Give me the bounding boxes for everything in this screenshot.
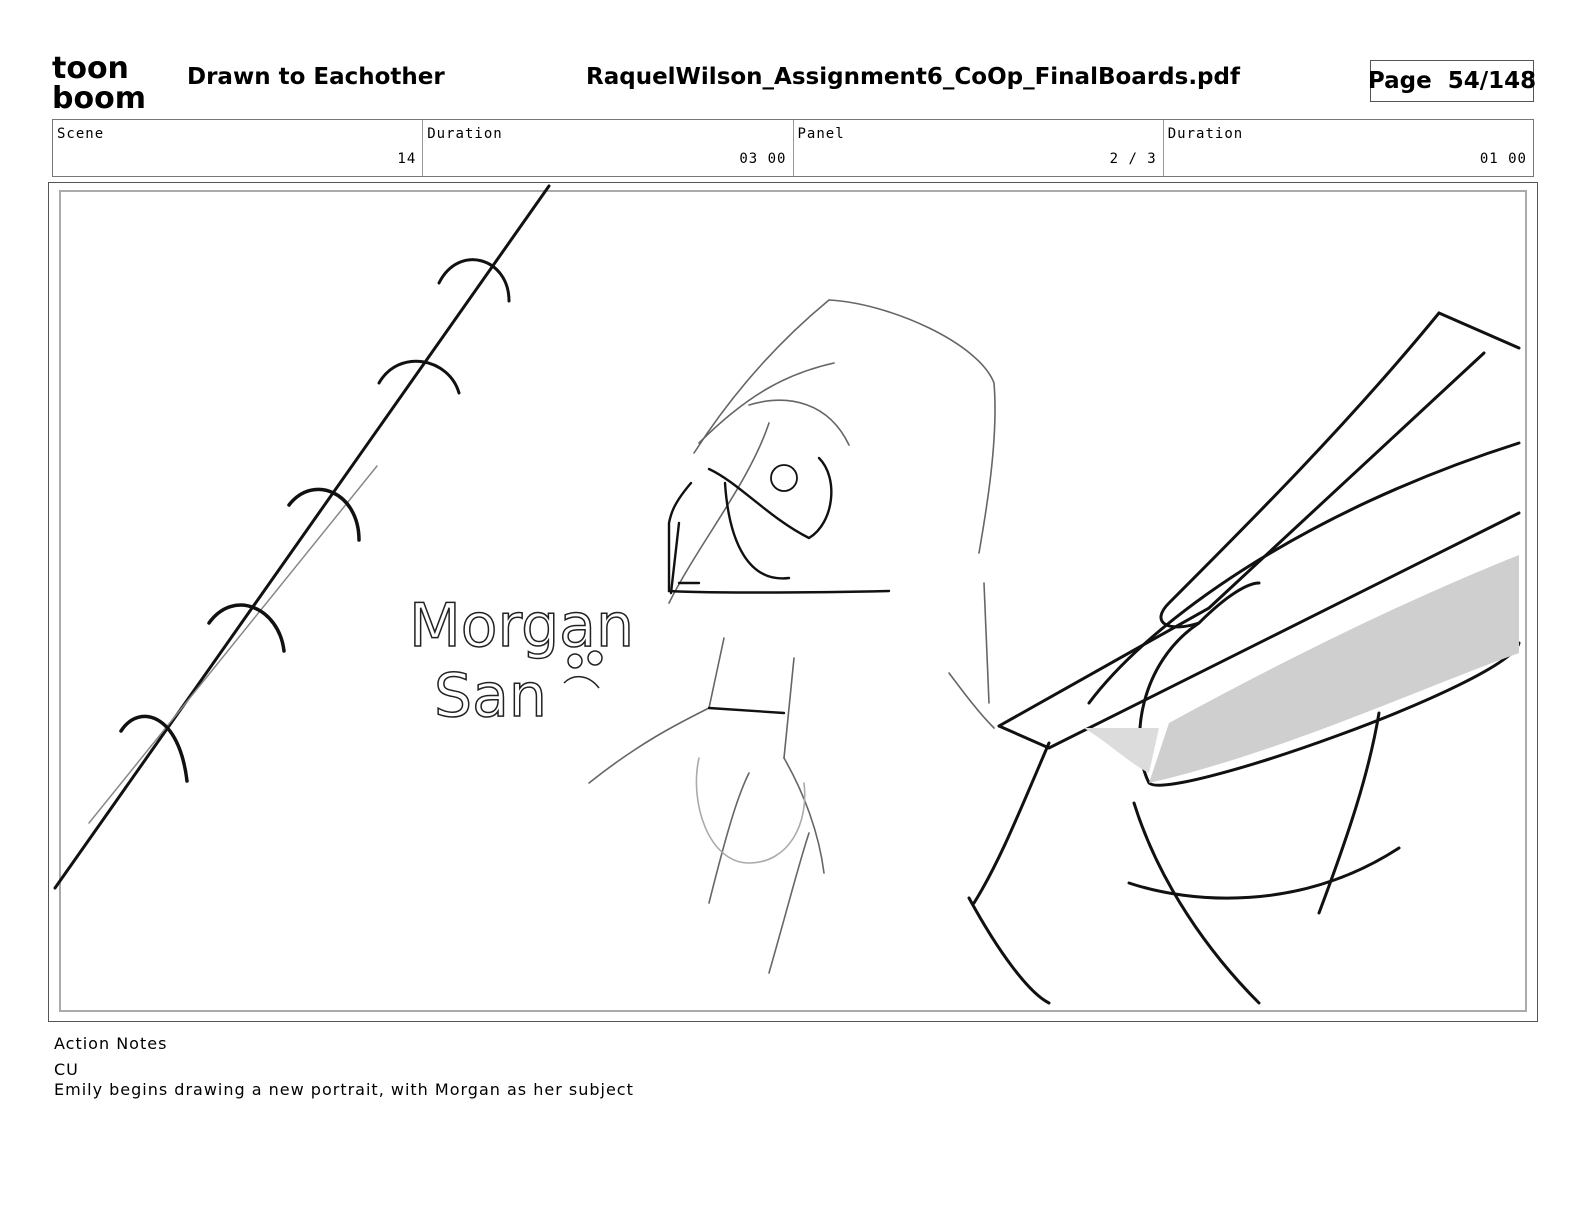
panel-label: Panel xyxy=(797,126,845,142)
panel-duration-cell: Duration 01 00 xyxy=(1164,120,1533,176)
scene-duration-value: 03 00 xyxy=(739,151,787,167)
panel-duration-label: Duration xyxy=(1167,126,1244,142)
sketch-drawing: Morgan San xyxy=(53,184,1527,1012)
sketch-text-morgan: Morgan xyxy=(409,591,634,661)
logo-bottom-text: boom xyxy=(52,81,146,112)
file-name: RaquelWilson_Assignment6_CoOp_FinalBoard… xyxy=(586,64,1240,90)
panel-value: 2 / 3 xyxy=(1109,151,1157,167)
action-notes-shot: CU xyxy=(54,1060,79,1079)
panel-duration-value: 01 00 xyxy=(1479,151,1527,167)
action-notes-label: Action Notes xyxy=(54,1034,168,1053)
scene-duration-label: Duration xyxy=(427,126,503,142)
sketch-text-san: San xyxy=(434,661,547,731)
panel-cell: Panel 2 / 3 xyxy=(794,120,1164,176)
toonboom-logo: toon boom xyxy=(52,51,162,116)
action-notes-description: Emily begins drawing a new portrait, wit… xyxy=(54,1080,634,1099)
scene-label: Scene xyxy=(57,126,105,142)
page-label: Page xyxy=(1367,68,1432,94)
project-title: Drawn to Eachother xyxy=(187,64,445,90)
morgan-profile-sketch xyxy=(588,299,996,974)
morgan-profile-lines xyxy=(667,456,891,715)
page-indicator: Page 54/148 xyxy=(1367,60,1537,102)
sketchbook-spiral xyxy=(53,184,551,890)
pencil-tip-shading xyxy=(1084,728,1159,773)
page-value: 54/148 xyxy=(1447,68,1537,94)
scene-cell: Scene 14 xyxy=(53,120,424,176)
storyboard-panel: Morgan San xyxy=(48,182,1538,1022)
scene-value: 14 xyxy=(397,151,417,167)
scene-info-bar: Scene 14 Duration 03 00 Panel 2 / 3 Dura… xyxy=(52,119,1534,177)
scene-duration-cell: Duration 03 00 xyxy=(423,120,794,176)
